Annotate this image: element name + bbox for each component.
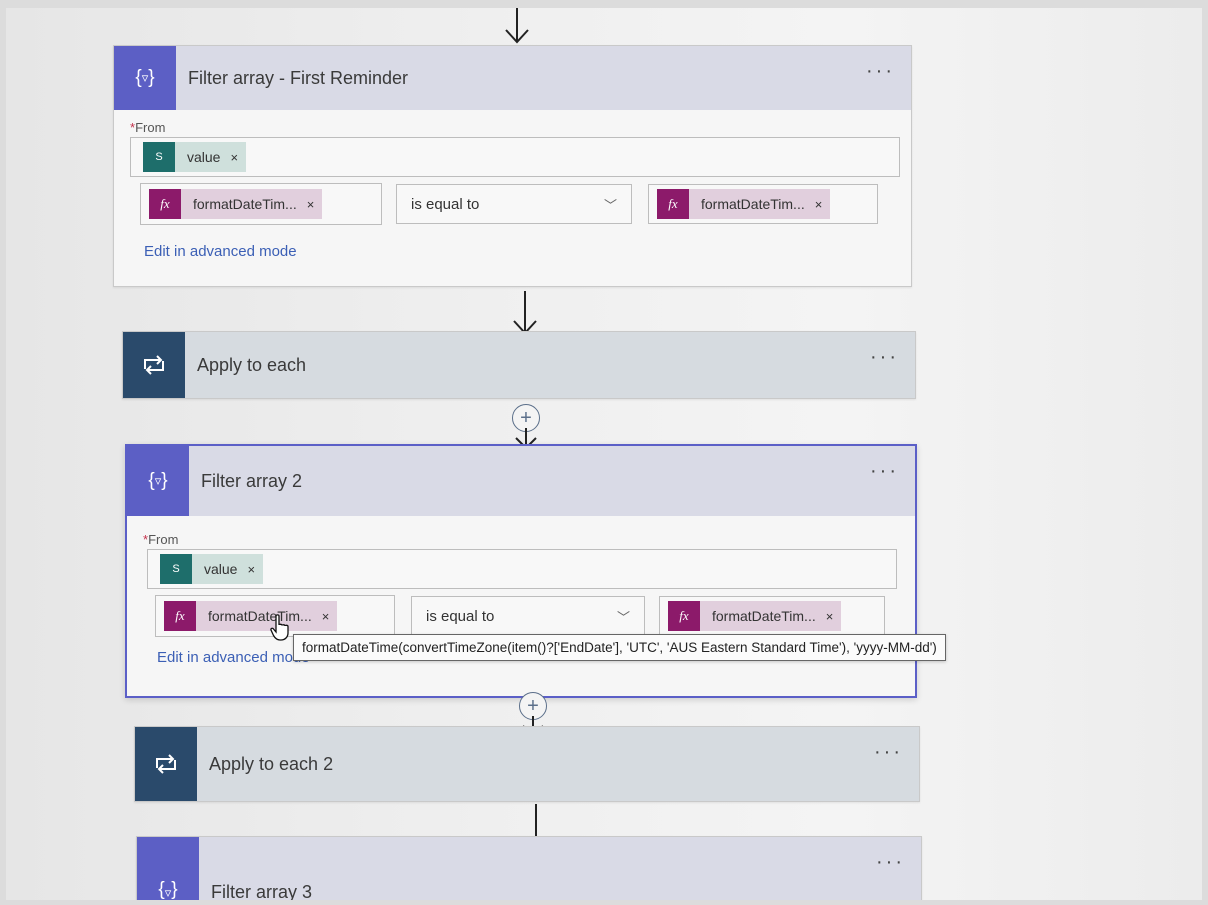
- more-options-button[interactable]: ···: [870, 460, 899, 483]
- card-title: Filter array 2: [201, 470, 303, 491]
- remove-token-icon[interactable]: ×: [815, 197, 823, 212]
- from-label: *From: [130, 120, 166, 135]
- expression-token[interactable]: fx formatDateTim... ×: [657, 189, 831, 219]
- more-options-button[interactable]: ···: [866, 60, 895, 83]
- function-icon: fx: [149, 189, 181, 219]
- filter-array-icon: {▿}: [137, 837, 199, 900]
- from-label: *From: [143, 532, 179, 547]
- dynamic-content-token[interactable]: S value ×: [160, 554, 264, 584]
- card-header[interactable]: Apply to each 2 ···: [135, 727, 919, 801]
- from-input[interactable]: S value ×: [147, 549, 897, 589]
- card-title: Apply to each: [197, 354, 307, 375]
- card-title: Filter array 3: [211, 881, 313, 901]
- filter-array-3-card[interactable]: {▿} Filter array 3 ···: [136, 836, 922, 900]
- loop-icon: [123, 332, 185, 398]
- connector-arrow: [502, 8, 532, 50]
- condition-right-input[interactable]: fx formatDateTim... ×: [648, 184, 878, 224]
- expression-token[interactable]: fx formatDateTim... ×: [668, 601, 842, 631]
- filter-array-icon: {▿}: [114, 46, 176, 110]
- flow-designer-canvas: {▿} Filter array - First Reminder ··· *F…: [6, 8, 1202, 900]
- expression-token[interactable]: fx formatDateTim... ×: [164, 601, 338, 631]
- function-icon: fx: [657, 189, 689, 219]
- expression-tooltip: formatDateTime(convertTimeZone(item()?['…: [293, 634, 946, 661]
- chevron-down-icon: ﹀: [603, 197, 617, 213]
- pointer-cursor-icon: [270, 614, 289, 641]
- card-title: Apply to each 2: [209, 753, 334, 774]
- operator-dropdown[interactable]: is equal to ﹀: [396, 184, 632, 224]
- dynamic-content-token[interactable]: S value ×: [143, 142, 247, 172]
- card-title: Filter array - First Reminder: [188, 67, 409, 88]
- card-header[interactable]: Apply to each ···: [123, 332, 915, 398]
- expression-token[interactable]: fx formatDateTim... ×: [149, 189, 323, 219]
- more-options-button[interactable]: ···: [876, 851, 905, 874]
- remove-token-icon[interactable]: ×: [230, 150, 238, 165]
- filter-array-icon: {▿}: [127, 446, 189, 516]
- apply-to-each-card[interactable]: Apply to each ···: [122, 331, 916, 399]
- edit-advanced-mode-link[interactable]: Edit in advanced mode: [144, 243, 893, 260]
- filter-array-first-reminder-card[interactable]: {▿} Filter array - First Reminder ··· *F…: [113, 45, 912, 287]
- apply-to-each-2-card[interactable]: Apply to each 2 ···: [134, 726, 920, 802]
- sharepoint-icon: S: [160, 554, 192, 584]
- remove-token-icon[interactable]: ×: [247, 562, 255, 577]
- card-header[interactable]: {▿} Filter array 2 ···: [127, 446, 915, 516]
- operator-dropdown[interactable]: is equal to ﹀: [411, 596, 645, 636]
- function-icon: fx: [668, 601, 700, 631]
- remove-token-icon[interactable]: ×: [307, 197, 315, 212]
- condition-left-input[interactable]: fx formatDateTim... ×: [140, 183, 382, 225]
- remove-token-icon[interactable]: ×: [826, 609, 834, 624]
- loop-icon: [135, 727, 197, 801]
- remove-token-icon[interactable]: ×: [322, 609, 330, 624]
- sharepoint-icon: S: [143, 142, 175, 172]
- chevron-down-icon: ﹀: [616, 609, 630, 625]
- function-icon: fx: [164, 601, 196, 631]
- more-options-button[interactable]: ···: [874, 741, 903, 764]
- from-input[interactable]: S value ×: [130, 137, 900, 177]
- card-header[interactable]: {▿} Filter array 3 ···: [137, 837, 921, 900]
- more-options-button[interactable]: ···: [870, 346, 899, 369]
- card-header[interactable]: {▿} Filter array - First Reminder ···: [114, 46, 911, 110]
- condition-right-input[interactable]: fx formatDateTim... ×: [659, 596, 885, 636]
